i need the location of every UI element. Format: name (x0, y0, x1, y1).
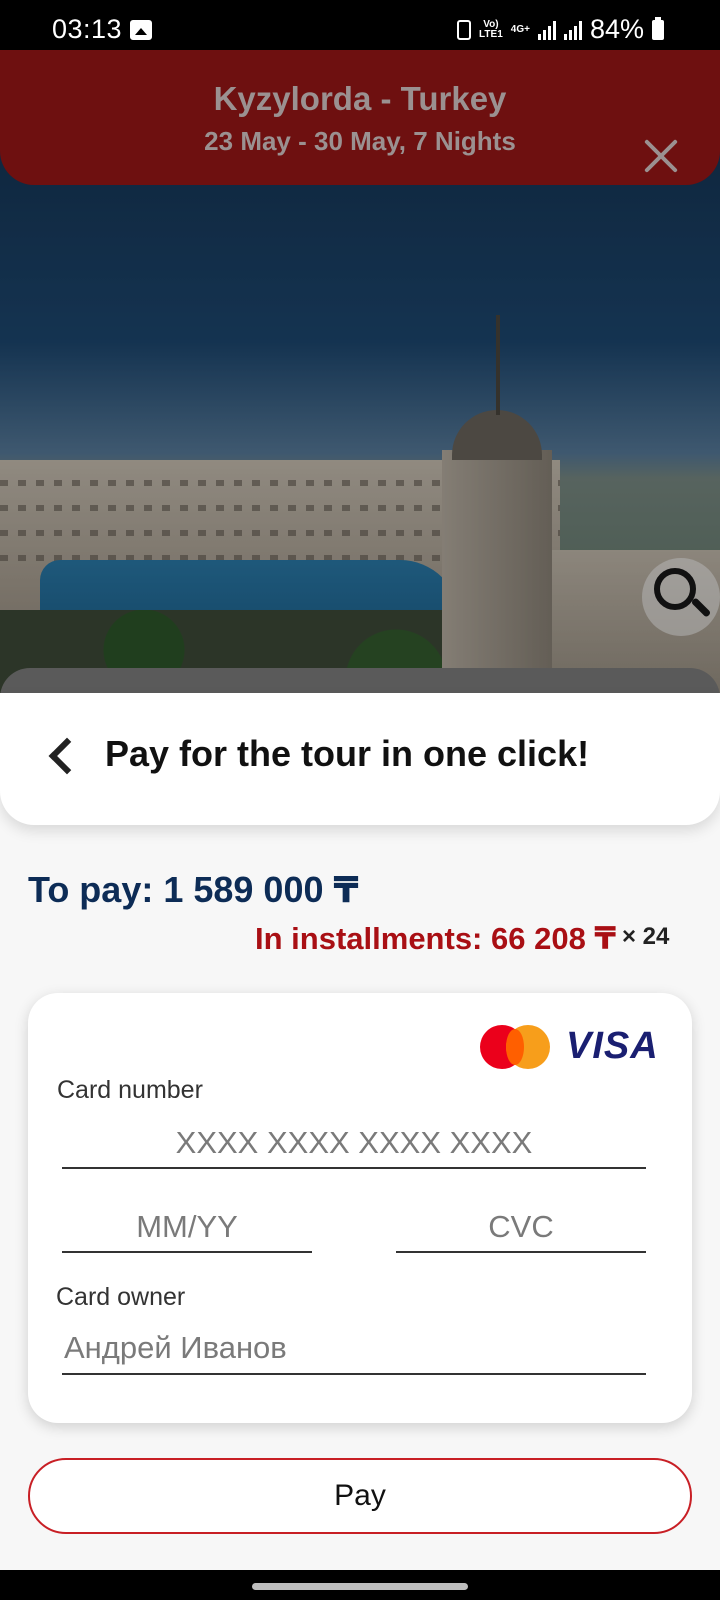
payment-sheet: Pay for the tour in one click! To pay: 1… (0, 693, 720, 1570)
sheet-header: Pay for the tour in one click! (0, 693, 720, 825)
mastercard-icon (480, 1025, 550, 1069)
cvc-input[interactable] (396, 1203, 646, 1253)
card-form: VISA Card number Card owner (28, 993, 692, 1423)
sheet-title: Pay for the tour in one click! (105, 733, 590, 774)
signal-icon (563, 20, 582, 40)
card-owner-input[interactable] (62, 1323, 646, 1375)
close-icon[interactable] (642, 136, 680, 174)
card-number-label: Card number (57, 1076, 203, 1104)
home-gesture-handle[interactable] (252, 1583, 468, 1590)
tour-route-title: Kyzylorda - Turkey (213, 80, 507, 117)
system-nav-bar (0, 1570, 720, 1600)
tour-header: Kyzylorda - Turkey 23 May - 30 May, 7 Ni… (0, 50, 720, 185)
sim-icon (457, 19, 472, 40)
card-owner-label: Card owner (56, 1283, 186, 1311)
signal-icon (537, 20, 556, 40)
zoom-icon[interactable] (642, 558, 720, 636)
status-icons: Vo) LTE1 4G+ 84% (457, 14, 664, 45)
total-amount: To pay: 1 589 000 ₸ (28, 869, 359, 910)
tour-dates: 23 May - 30 May, 7 Nights (204, 126, 516, 156)
pay-button[interactable]: Pay (28, 1458, 692, 1534)
installment-count: × 24 (622, 923, 670, 950)
battery-icon (652, 16, 664, 40)
network-indicator: Vo) LTE1 (479, 18, 503, 40)
battery-percent: 84% (589, 14, 644, 44)
back-chevron-icon[interactable] (48, 737, 86, 775)
card-number-input[interactable] (62, 1119, 646, 1169)
data-type-indicator: 4G+ (510, 23, 530, 35)
visa-logo: VISA (566, 1025, 659, 1067)
network-bottom-label: LTE1 (479, 28, 503, 40)
gallery-icon (130, 20, 152, 40)
status-time: 03:13 (52, 14, 123, 44)
expiry-input[interactable] (62, 1203, 312, 1253)
network-top-label: Vo) (483, 18, 499, 30)
installment-amount: In installments: 66 208 ₸ (255, 921, 616, 956)
